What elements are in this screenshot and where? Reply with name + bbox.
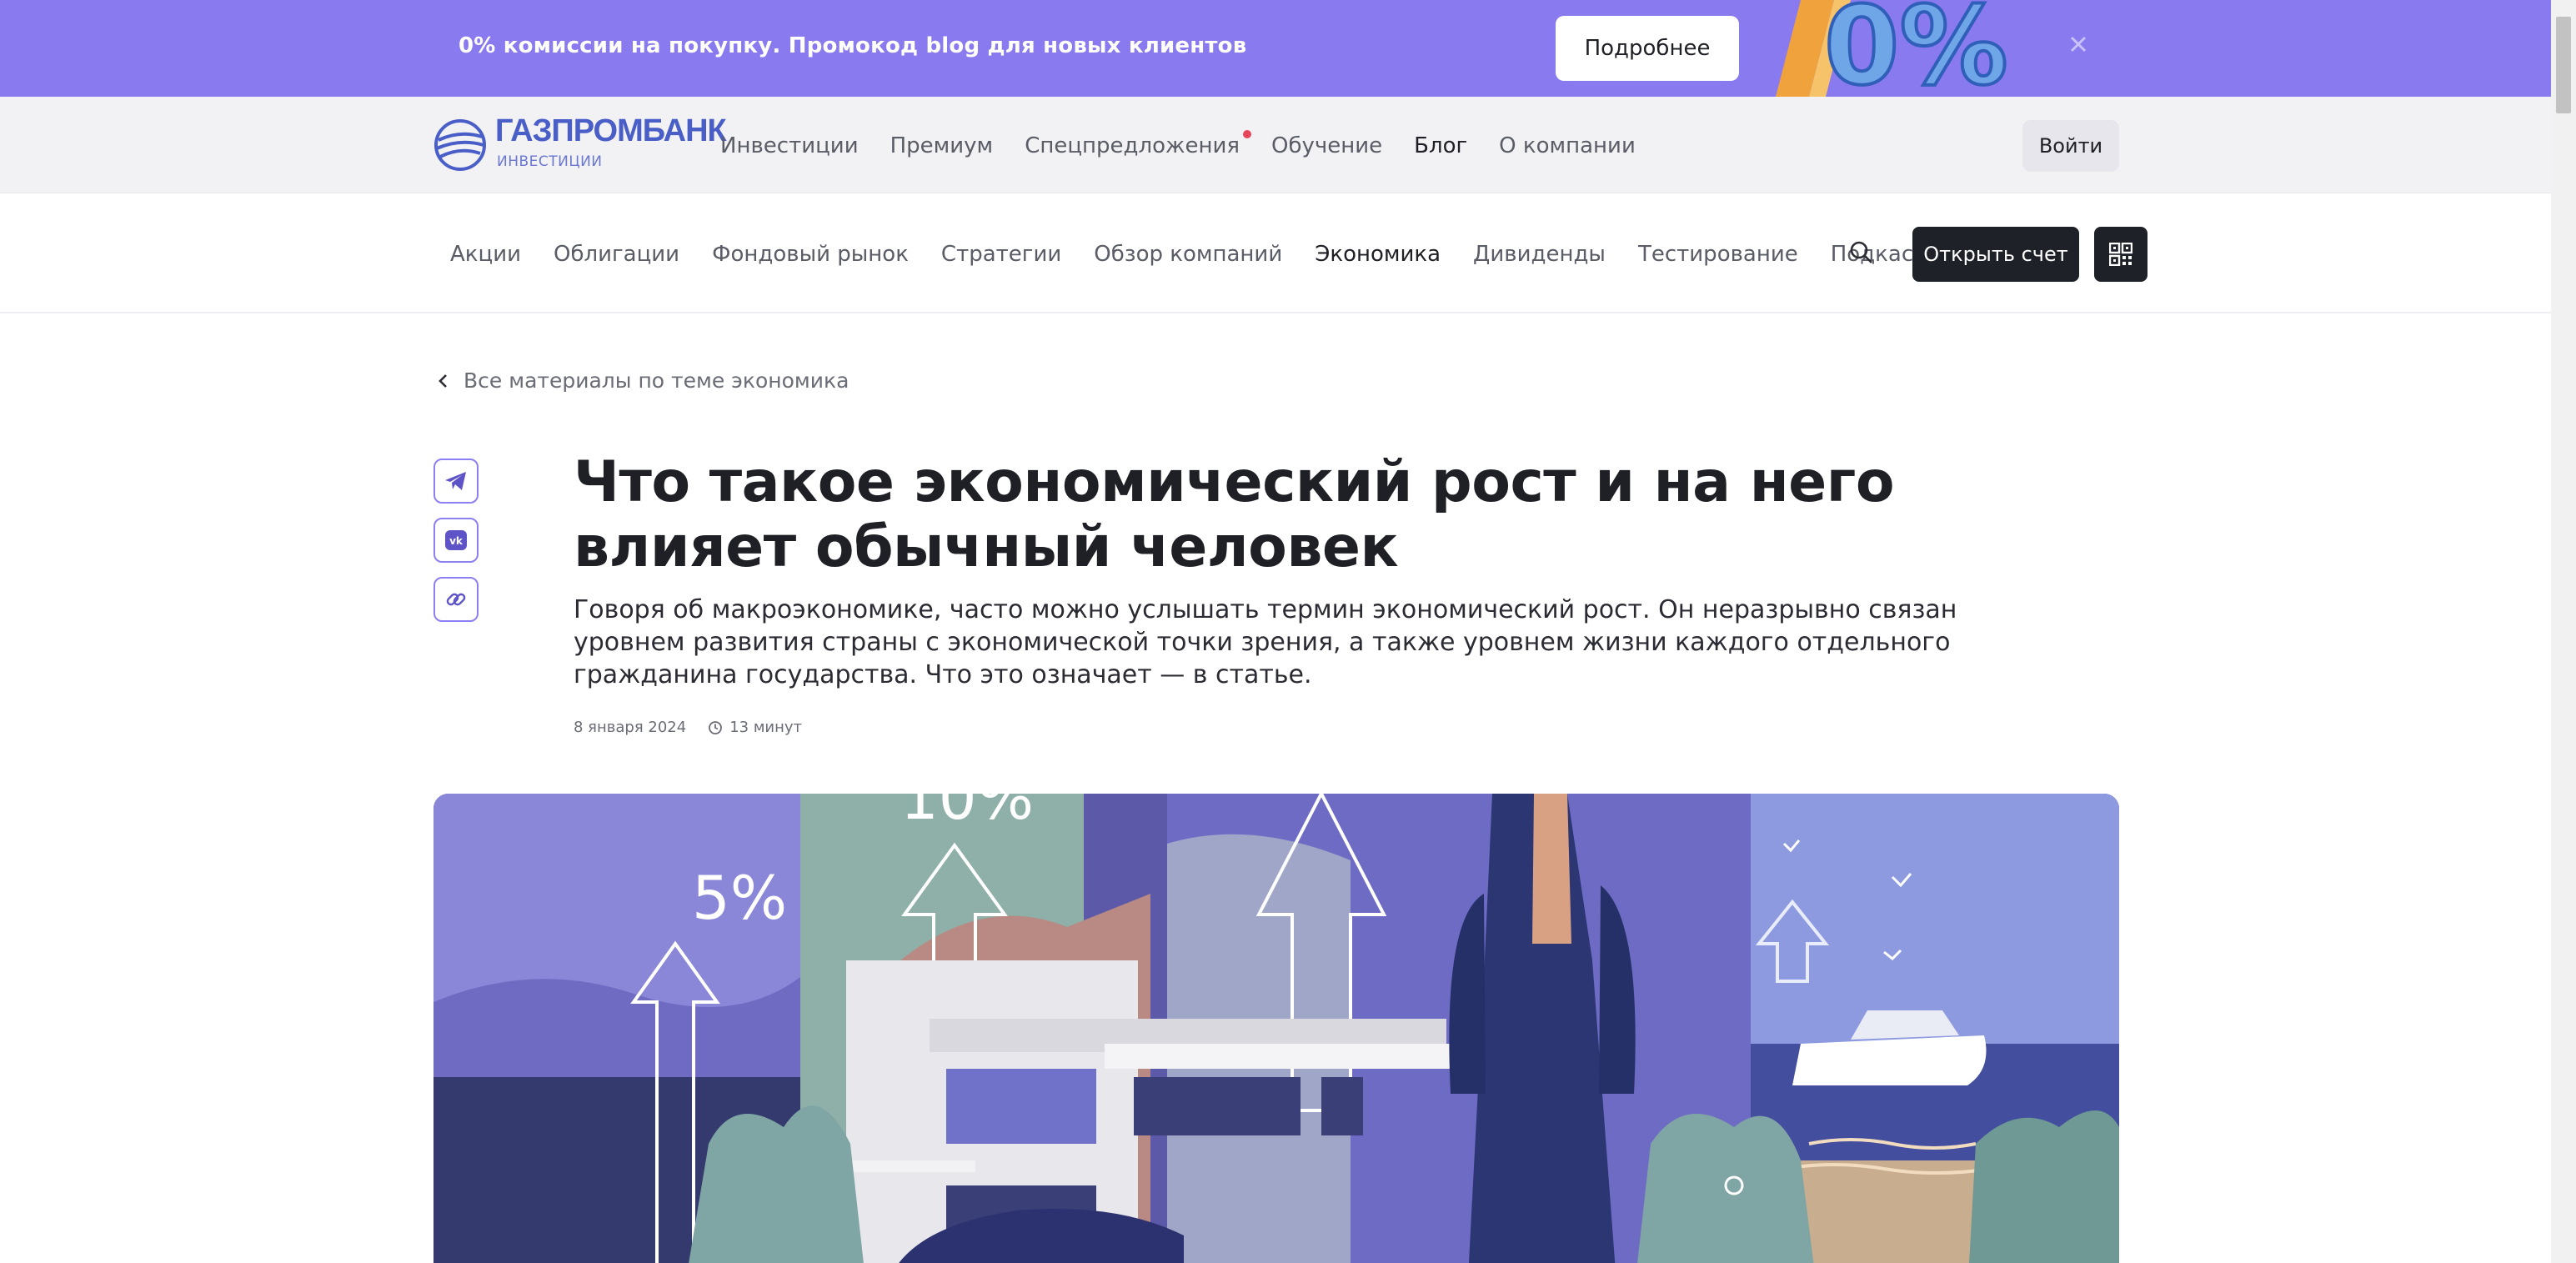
svg-text:vk: vk xyxy=(449,535,464,547)
open-account-button[interactable]: Открыть счет xyxy=(1912,227,2079,282)
promo-zero-percent-art: 0% xyxy=(1776,0,2009,97)
nav-item-about[interactable]: О компании xyxy=(1499,133,1636,158)
qr-code-button[interactable] xyxy=(2094,227,2148,282)
telegram-icon xyxy=(445,472,466,490)
main-header: ГАЗПРОМБАНК ИНВЕСТИЦИИ Инвестиции Премиу… xyxy=(0,97,2551,193)
hero-label-5: 5% xyxy=(692,863,787,933)
promo-close-icon[interactable] xyxy=(2064,30,2092,58)
article-date: 8 января 2024 xyxy=(574,719,687,736)
search-icon[interactable] xyxy=(1849,240,1874,265)
article-meta: 8 января 2024 13 минут xyxy=(574,719,802,736)
subnav-item-stocks[interactable]: Акции xyxy=(450,242,521,267)
subnav-item-company-review[interactable]: Обзор компаний xyxy=(1094,242,1282,267)
nav-item-investments[interactable]: Инвестиции xyxy=(720,133,859,158)
logo[interactable]: ГАЗПРОМБАНК ИНВЕСТИЦИИ xyxy=(434,112,727,178)
nav-item-education[interactable]: Обучение xyxy=(1271,133,1382,158)
page-scrollbar[interactable] xyxy=(2551,0,2576,1263)
read-time-label: 13 минут xyxy=(729,719,803,736)
subnav-item-testing[interactable]: Тестирование xyxy=(1638,242,1798,267)
subnav-item-bonds[interactable]: Облигации xyxy=(554,242,679,267)
blog-subnav: Акции Облигации Фондовый рынок Стратегии… xyxy=(0,193,2551,313)
breadcrumb[interactable]: Все материалы по теме экономика xyxy=(437,368,849,393)
nav-item-special-offers-label: Спецпредложения xyxy=(1025,133,1240,158)
promo-banner: 0% комиссии на покупку. Промокод blog дл… xyxy=(0,0,2551,97)
logo-globe-icon xyxy=(434,119,486,171)
scrollbar-thumb[interactable] xyxy=(2556,17,2571,113)
share-vk-button[interactable]: vk xyxy=(434,518,479,563)
subnav-list: Акции Облигации Фондовый рынок Стратегии… xyxy=(450,242,1976,267)
promo-text: 0% комиссии на покупку. Промокод blog дл… xyxy=(459,33,1247,58)
subnav-item-dividends[interactable]: Дивиденды xyxy=(1473,242,1606,267)
share-panel: vk xyxy=(434,459,479,636)
new-badge-dot xyxy=(1243,130,1251,138)
clock-icon xyxy=(709,720,723,734)
subnav-item-strategies[interactable]: Стратегии xyxy=(941,242,1061,267)
article-title: Что такое экономический рост и на него в… xyxy=(574,449,1895,580)
subnav-item-stock-market[interactable]: Фондовый рынок xyxy=(712,242,909,267)
vk-icon: vk xyxy=(445,530,467,550)
qr-code-icon xyxy=(2109,243,2132,266)
nav-item-premium[interactable]: Премиум xyxy=(890,133,994,158)
nav-item-special-offers[interactable]: Спецпредложения xyxy=(1025,130,1251,158)
hero-label-10: 10% xyxy=(900,794,1034,833)
promo-art-text: 0% xyxy=(1824,0,2008,97)
nav-item-blog[interactable]: Блог xyxy=(1414,133,1467,158)
copy-link-button[interactable] xyxy=(434,577,479,622)
hero-illustration: 5% 10% xyxy=(434,794,2119,1263)
chevron-left-icon xyxy=(439,373,447,388)
logo-subtitle: ИНВЕСТИЦИИ xyxy=(497,153,603,170)
top-nav: Инвестиции Премиум Спецпредложения Обуче… xyxy=(720,130,1667,158)
promo-details-button[interactable]: Подробнее xyxy=(1556,16,1739,81)
read-time: 13 минут xyxy=(708,719,802,736)
breadcrumb-label: Все материалы по теме экономика xyxy=(464,368,849,393)
subnav-item-economy[interactable]: Экономика xyxy=(1315,242,1441,267)
link-icon xyxy=(446,593,466,606)
logo-name: ГАЗПРОМБАНК xyxy=(495,113,727,148)
article-lead: Говоря об макроэкономике, часто можно ус… xyxy=(574,595,1957,689)
share-telegram-button[interactable] xyxy=(434,459,479,504)
login-button[interactable]: Войти xyxy=(2022,120,2119,172)
